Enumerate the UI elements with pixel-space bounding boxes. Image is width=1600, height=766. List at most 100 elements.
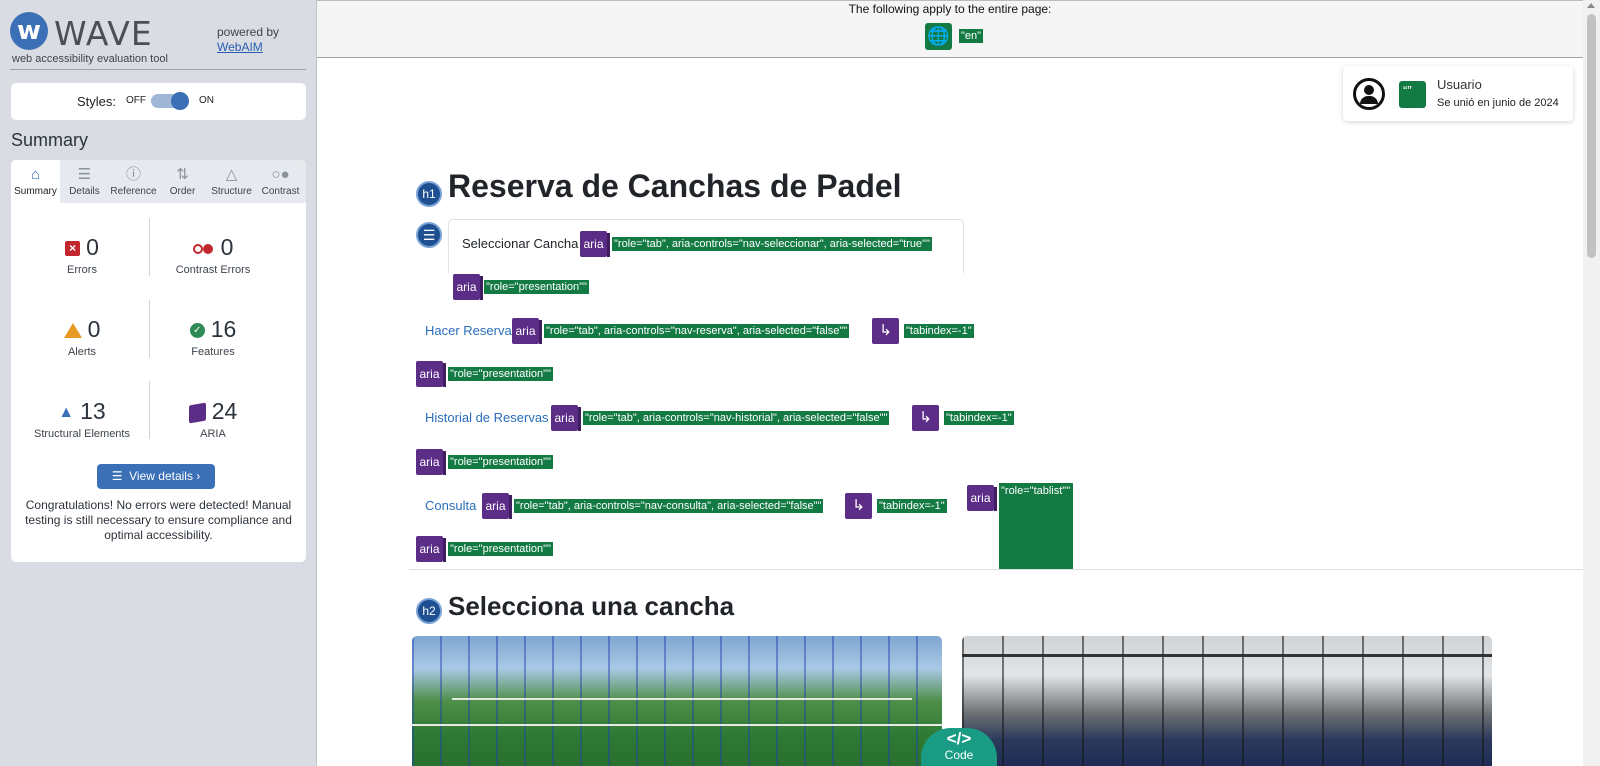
page-title: Reserva de Canchas de Padel: [448, 168, 902, 204]
tab-label: Structure: [211, 186, 252, 197]
globe-icon[interactable]: 🌐: [925, 23, 952, 50]
aria-icon[interactable]: aria: [512, 318, 542, 344]
unordered-list-icon[interactable]: ☰: [416, 222, 442, 248]
styles-label: Styles:: [77, 94, 117, 109]
list-icon: ☰: [111, 469, 130, 483]
errors-label: Errors: [67, 264, 97, 276]
tab-seleccionar-cancha[interactable]: Seleccionar Cancha: [462, 236, 578, 251]
tab-label: Contrast: [261, 186, 300, 197]
toggle-knob: [171, 92, 189, 110]
list-icon: ☰: [77, 166, 92, 183]
court-line: [452, 698, 912, 700]
aria-annotation: "role="presentation"": [448, 455, 553, 469]
aria-annotation: "role="tab", aria-controls="nav-reserva"…: [544, 324, 850, 338]
tab-label: Order: [169, 186, 196, 197]
stat-features[interactable]: ✓ 16 Features: [148, 314, 278, 358]
user-card: Usuario Se unió en junio de 2024: [1343, 66, 1573, 121]
aria-annotation: "role="presentation"": [448, 367, 553, 381]
tabindex-icon[interactable]: ↳: [912, 405, 939, 431]
alert-icon: [63, 323, 82, 339]
tab-details[interactable]: ☰ Details: [60, 160, 109, 203]
aria-annotation: "role="presentation"": [448, 542, 553, 556]
court-image-2[interactable]: [962, 636, 1492, 766]
scrollbar-thumb[interactable]: [1587, 14, 1596, 258]
structural-label: Structural Elements: [34, 428, 130, 440]
apply-text: The following apply to the entire page:: [848, 2, 1052, 16]
styles-on-label: ON: [199, 95, 214, 106]
stat-contrast-errors[interactable]: 0 Contrast Errors: [148, 232, 278, 276]
error-icon: ×: [65, 241, 81, 257]
tabindex-annotation: "tabindex=-1": [877, 499, 947, 513]
view-details-label: View details ›: [129, 469, 201, 483]
court-net: [412, 724, 942, 726]
tab-reference[interactable]: ⓘ Reference: [109, 160, 158, 203]
aria-annotation: "role="tab", aria-controls="nav-historia…: [583, 411, 890, 425]
feature-check-icon: ✓: [189, 323, 205, 339]
view-details-button[interactable]: ☰ View details ›: [97, 464, 215, 489]
alerts-label: Alerts: [67, 346, 97, 358]
tab-consulta[interactable]: Consulta: [425, 498, 476, 513]
roof-beam: [962, 654, 1492, 657]
aria-icon[interactable]: aria: [453, 274, 483, 300]
contrast-error-icon: [192, 243, 215, 255]
h2-icon[interactable]: h2: [416, 598, 442, 624]
stat-aria[interactable]: 24 ARIA: [148, 396, 278, 440]
aria-icon[interactable]: aria: [551, 405, 581, 431]
webaim-link[interactable]: WebAIM: [217, 40, 263, 54]
browser-viewport: w WAVE web accessibility evaluation tool…: [0, 0, 1600, 766]
page-content: The following apply to the entire page: …: [317, 0, 1583, 766]
stat-structural[interactable]: ▲ 13 Structural Elements: [17, 396, 147, 440]
aria-icon[interactable]: aria: [416, 449, 446, 475]
styles-toggle[interactable]: [151, 92, 189, 110]
lang-tag: "en": [959, 29, 984, 43]
errors-count: 0: [86, 234, 99, 260]
code-button[interactable]: </> Code: [921, 728, 997, 766]
tab-label: Details: [69, 186, 100, 197]
tabindex-annotation: "tabindex=-1": [904, 324, 974, 338]
tabindex-icon[interactable]: ↳: [872, 318, 899, 344]
features-count: 16: [210, 316, 237, 342]
wave-logo-text: WAVE: [54, 14, 153, 53]
scroll-up-arrow-icon[interactable]: [1587, 3, 1595, 8]
h1-icon[interactable]: h1: [416, 181, 442, 207]
aria-count: 24: [211, 398, 238, 424]
aria-icon[interactable]: aria: [482, 493, 512, 519]
stat-alerts[interactable]: 0 Alerts: [17, 314, 147, 358]
tab-label: Summary: [14, 186, 57, 197]
structure-icon: △: [225, 166, 238, 183]
tab-contrast[interactable]: ○● Contrast: [256, 160, 305, 203]
code-icon: </>: [946, 729, 972, 748]
page-level-annotations: The following apply to the entire page: …: [317, 0, 1583, 58]
aria-annotation: "role="tab", aria-controls="nav-seleccio…: [612, 237, 932, 251]
wave-header: w WAVE web accessibility evaluation tool…: [10, 12, 306, 70]
court-image-1[interactable]: [412, 636, 942, 766]
powered-by: powered by WebAIM: [217, 25, 279, 55]
wave-tabs: ⌂ Summary ☰ Details ⓘ Reference ⇅ Order …: [11, 160, 306, 203]
page-scrollbar[interactable]: [1583, 0, 1600, 766]
user-joined: Se unió en junio de 2024: [1437, 97, 1559, 109]
aria-icon[interactable]: aria: [416, 536, 446, 562]
tab-summary[interactable]: ⌂ Summary: [11, 160, 60, 203]
alerts-count: 0: [87, 316, 101, 342]
tab-structure[interactable]: △ Structure: [207, 160, 256, 203]
contrast-toggle-icon: ○●: [271, 166, 290, 183]
aria-icon[interactable]: aria: [967, 485, 997, 511]
tab-hacer-reserva[interactable]: Hacer Reserva: [425, 323, 512, 338]
tabindex-icon[interactable]: ↳: [845, 493, 872, 519]
aria-icon[interactable]: aria: [416, 361, 446, 387]
aria-label: ARIA: [200, 428, 226, 440]
structure-icon: ▲: [58, 403, 75, 421]
styles-toggle-box: Styles: OFF ON: [11, 83, 306, 120]
tablist-annotation: "role="tablist"": [999, 483, 1073, 569]
code-label: Code: [944, 748, 974, 762]
image-alt-icon[interactable]: [1399, 81, 1426, 108]
summary-panel: ⌂ Summary ☰ Details ⓘ Reference ⇅ Order …: [11, 160, 306, 562]
tab-order[interactable]: ⇅ Order: [158, 160, 207, 203]
aria-icon[interactable]: aria: [580, 231, 610, 257]
tab-historial-reservas[interactable]: Historial de Reservas: [425, 410, 549, 425]
aria-annotation: "role="tab", aria-controls="nav-consulta…: [514, 499, 824, 513]
stat-errors[interactable]: × 0 Errors: [17, 232, 147, 276]
features-label: Features: [191, 346, 235, 358]
powered-by-text: powered by: [217, 25, 280, 39]
section-title: Selecciona una cancha: [448, 591, 735, 621]
